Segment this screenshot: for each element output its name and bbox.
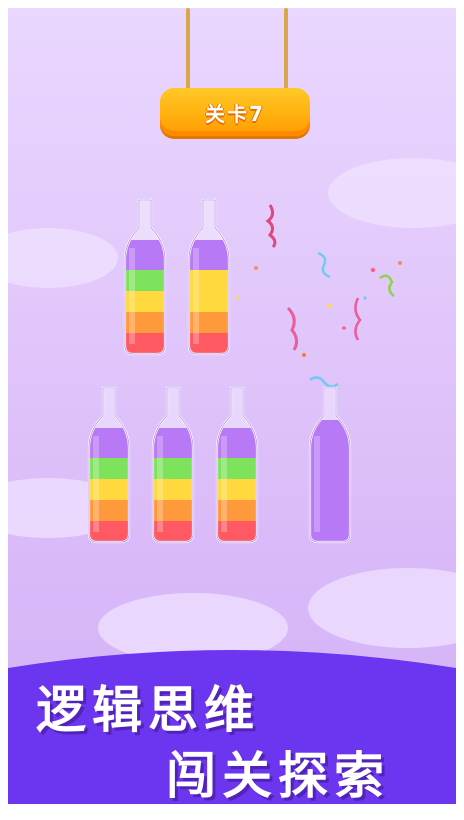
bottle-1[interactable] [121, 198, 169, 358]
bottle-2[interactable] [185, 198, 233, 358]
slogan-line-1: 逻辑思维 [36, 681, 260, 739]
bottle-5[interactable] [213, 386, 261, 546]
cloud [308, 568, 456, 648]
bottle-3[interactable] [85, 386, 133, 546]
bottle-4[interactable] [149, 386, 197, 546]
slogan-line-2: 闯关探索 [166, 747, 390, 804]
bottle-6[interactable] [306, 386, 354, 546]
game-scene: 关卡7 逻辑思维 闯关探索 [8, 8, 456, 804]
